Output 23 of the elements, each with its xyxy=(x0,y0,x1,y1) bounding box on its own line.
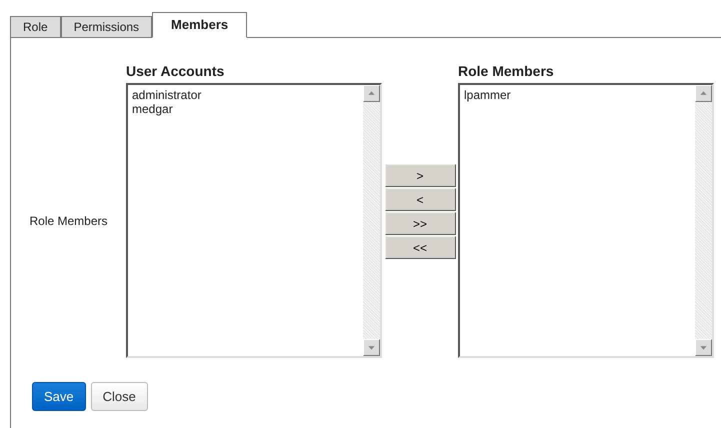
save-button[interactable]: Save xyxy=(32,382,86,411)
close-button[interactable]: Close xyxy=(90,382,148,411)
tab[interactable]: Members xyxy=(152,12,248,38)
list-heading: Role Members xyxy=(458,63,555,81)
move-button[interactable]: << xyxy=(384,236,456,259)
move-button[interactable]: >> xyxy=(384,212,456,235)
scrollbar[interactable] xyxy=(363,85,380,356)
list-item[interactable]: administrator xyxy=(132,88,359,102)
scrollbar[interactable] xyxy=(695,85,712,356)
list-heading: User Accounts xyxy=(126,63,226,81)
field-label: Role Members xyxy=(29,214,108,228)
tab[interactable]: Permissions xyxy=(60,16,152,38)
tab[interactable]: Role xyxy=(10,16,61,38)
move-button[interactable]: > xyxy=(384,164,456,187)
move-button[interactable]: < xyxy=(384,188,456,211)
scroll-up-icon[interactable] xyxy=(695,85,712,102)
role-members-list[interactable]: lpammer xyxy=(458,83,714,358)
scroll-up-icon[interactable] xyxy=(363,85,380,102)
user-accounts-list[interactable]: administrator medgar xyxy=(126,83,382,358)
scroll-down-icon[interactable] xyxy=(363,339,380,356)
list-item[interactable]: medgar xyxy=(132,102,359,116)
list-item[interactable]: lpammer xyxy=(464,88,691,102)
scroll-down-icon[interactable] xyxy=(695,339,712,356)
